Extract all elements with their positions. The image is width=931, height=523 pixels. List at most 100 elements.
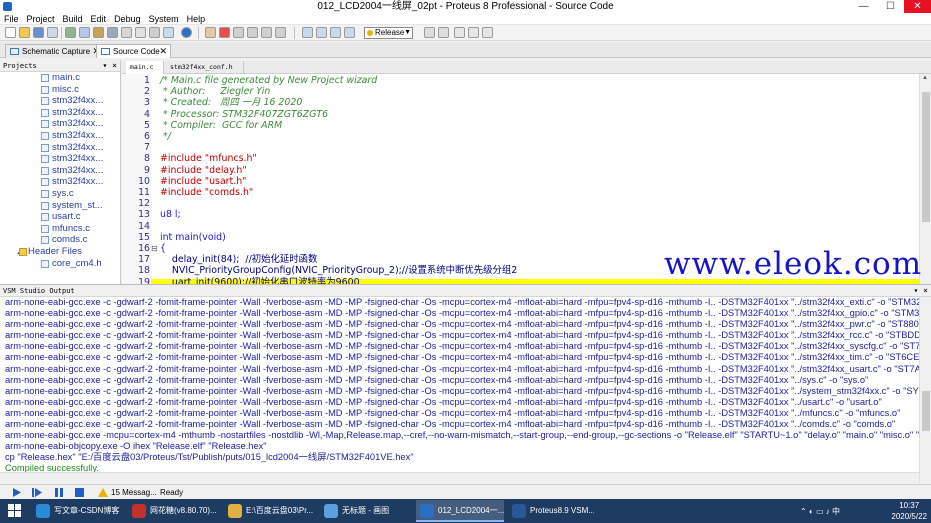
redo-icon[interactable]: [438, 27, 449, 38]
menu-build[interactable]: Build: [59, 13, 87, 25]
tree-file-item[interactable]: stm32f4xx...: [0, 95, 120, 107]
taskbar-item[interactable]: 网花糖(v8.80.70)...: [128, 500, 220, 522]
rebuild-icon[interactable]: [316, 27, 327, 38]
editor-tab-main-c[interactable]: main.c ×: [126, 61, 164, 84]
projects-pane: Projects ▾ × main.c misc.c stm32f4xx... …: [0, 60, 121, 284]
open-folder-icon[interactable]: [19, 27, 30, 38]
output-pane-header: VSM Studio Output ▾ ×: [0, 285, 931, 297]
tree-file-item[interactable]: stm32f4xx...: [0, 142, 120, 154]
import-icon[interactable]: [247, 27, 258, 38]
taskbar-item[interactable]: 无标题 - 画图: [320, 500, 412, 522]
tree-file-item[interactable]: stm32f4xx...: [0, 107, 120, 119]
tab-schematic-capture[interactable]: Schematic Capture ✕: [5, 44, 104, 58]
taskbar-item[interactable]: 写文章-CSDN博客: [32, 500, 124, 522]
help-icon[interactable]: [181, 27, 192, 38]
build-config-select[interactable]: Release ▼: [364, 27, 413, 39]
output-horizontal-scrollbar[interactable]: [0, 472, 919, 483]
close-button[interactable]: ✕: [904, 0, 931, 13]
project-settings-icon[interactable]: [233, 27, 244, 38]
tree-file-item[interactable]: system_st...: [0, 200, 120, 212]
clean-icon[interactable]: [330, 27, 341, 38]
minimize-button[interactable]: —: [850, 0, 877, 13]
new-file-icon[interactable]: [5, 27, 16, 38]
menu-debug[interactable]: Debug: [110, 13, 145, 25]
pcb-icon[interactable]: [93, 27, 104, 38]
tree-file-item[interactable]: stm32f4xx...: [0, 165, 120, 177]
code-text: * Created: 周四 一月 16 2020: [160, 97, 303, 109]
tree-file-item[interactable]: stm32f4xx...: [0, 118, 120, 130]
taskbar-item[interactable]: Proteus8.9 VSM...: [508, 500, 594, 522]
output-log[interactable]: arm-none-eabi-gcc.exe -c -gdwarf-2 -fomi…: [0, 297, 919, 472]
play-icon[interactable]: [12, 488, 22, 497]
gear-icon: [367, 30, 373, 36]
tree-file-item[interactable]: core_cm4.h: [0, 258, 120, 270]
tree-folder-header-files[interactable]: ◢ Header Files: [0, 246, 120, 258]
3d-icon[interactable]: [121, 27, 132, 38]
messages-count[interactable]: 15 Messag...: [111, 485, 157, 500]
delete-icon[interactable]: [219, 27, 230, 38]
word-icon: [512, 504, 526, 518]
bom-icon[interactable]: [135, 27, 146, 38]
build-config-value: Release: [375, 28, 405, 37]
close-icon[interactable]: ✕: [159, 45, 167, 58]
pane-pin-icon[interactable]: ▾ ×: [914, 285, 928, 297]
code-icon[interactable]: [149, 27, 160, 38]
save-icon[interactable]: [33, 27, 44, 38]
build-icon[interactable]: [302, 27, 313, 38]
fold-toggle-icon[interactable]: ⊟: [151, 243, 158, 254]
c-file-icon: [41, 201, 49, 210]
maximize-button[interactable]: ☐: [877, 0, 904, 13]
menu-help[interactable]: Help: [183, 13, 210, 25]
stop-build-icon[interactable]: [344, 27, 355, 38]
menu-file[interactable]: File: [0, 13, 23, 25]
output-vertical-scrollbar[interactable]: [919, 297, 931, 483]
line-number: 1: [144, 75, 150, 86]
editor-tab-stm32f4xx-conf-h[interactable]: stm32f4xx_conf.h ×: [166, 61, 244, 84]
pause-icon[interactable]: [54, 488, 64, 497]
menu-project[interactable]: Project: [23, 13, 59, 25]
stop-icon[interactable]: [75, 488, 85, 497]
tree-file-item[interactable]: main.c: [0, 72, 120, 84]
add-file-icon[interactable]: [205, 27, 216, 38]
gerber-icon[interactable]: [107, 27, 118, 38]
pane-pin-icon[interactable]: ▾ ×: [103, 60, 117, 72]
output-line: cp "Release.hex" "E:/百度云盘03/Proteus/Tst/…: [5, 452, 414, 463]
tree-file-item[interactable]: stm32f4xx...: [0, 130, 120, 142]
taskbar-item-active[interactable]: 012_LCD2004一...: [416, 500, 504, 522]
line-number: 19: [138, 276, 150, 284]
c-file-icon: [41, 155, 49, 164]
taskbar-item[interactable]: E:\百度云盘03\Pr...: [224, 500, 316, 522]
tree-file-item[interactable]: comds.c: [0, 234, 120, 246]
code-text: uart_init(9600);//初始化串口波特率为9600: [160, 276, 360, 284]
close-project-icon[interactable]: [47, 27, 58, 38]
tree-file-item[interactable]: stm32f4xx...: [0, 153, 120, 165]
undo-icon[interactable]: [424, 27, 435, 38]
tree-file-item[interactable]: stm32f4xx...: [0, 176, 120, 188]
schematic-icon[interactable]: [79, 27, 90, 38]
scroll-up-icon[interactable]: ▲: [922, 75, 928, 81]
menu-edit[interactable]: Edit: [87, 13, 111, 25]
tab-source-code[interactable]: Source Code ✕: [96, 44, 171, 58]
copy-icon[interactable]: [468, 27, 479, 38]
notes-icon[interactable]: [163, 27, 174, 38]
system-tray-icons[interactable]: ⌃ ◐ ▭ ♪ 中: [800, 506, 840, 517]
home-icon[interactable]: [65, 27, 76, 38]
tab-label: Source Code: [113, 47, 160, 56]
clock[interactable]: 10:37 2020/5/22: [891, 499, 927, 522]
start-button[interactable]: [0, 499, 28, 523]
menu-system[interactable]: System: [145, 13, 183, 25]
tree-file-item[interactable]: usart.c: [0, 211, 120, 223]
code-text: u8 l;: [160, 209, 181, 221]
warning-icon: [98, 488, 108, 497]
export-icon[interactable]: [261, 27, 272, 38]
scrollbar-thumb[interactable]: [922, 92, 930, 222]
paste-icon[interactable]: [482, 27, 493, 38]
tree-file-item[interactable]: misc.c: [0, 84, 120, 96]
step-icon[interactable]: [32, 488, 42, 497]
cut-icon[interactable]: [454, 27, 465, 38]
c-file-icon: [41, 166, 49, 175]
tree-file-item[interactable]: mfuncs.c: [0, 223, 120, 235]
search-icon[interactable]: [275, 27, 286, 38]
scrollbar-thumb[interactable]: [922, 391, 930, 431]
tree-file-item[interactable]: sys.c: [0, 188, 120, 200]
